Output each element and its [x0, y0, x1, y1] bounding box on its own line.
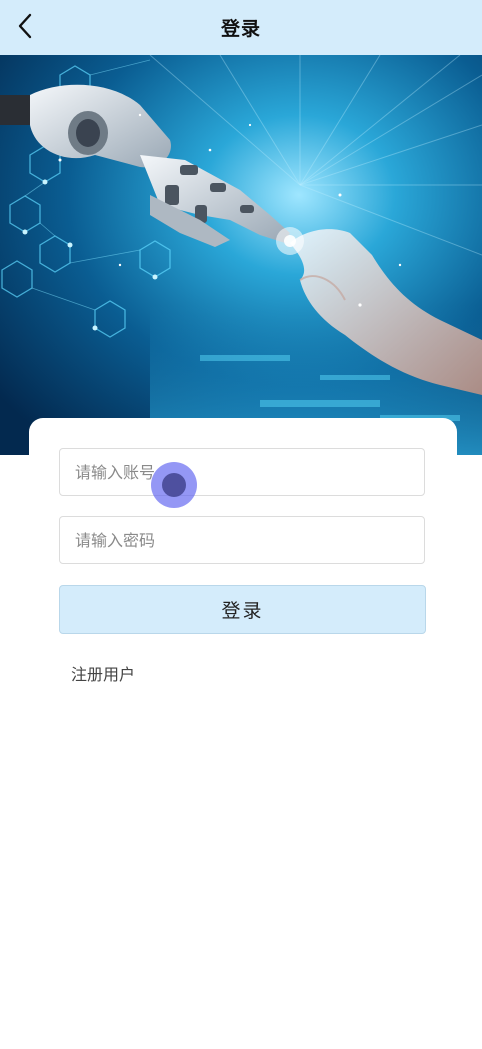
- password-field[interactable]: [59, 516, 425, 564]
- password-input[interactable]: [60, 517, 424, 563]
- login-card: 登录 注册用户: [29, 418, 457, 1049]
- login-page: 登录 请输入账号 登录 注册用户: [0, 0, 482, 1049]
- account-field[interactable]: [59, 448, 425, 496]
- chevron-left-icon: [18, 13, 32, 39]
- login-button[interactable]: 登录: [59, 585, 426, 634]
- top-bar: 登录: [0, 0, 482, 55]
- banner-image: [0, 55, 482, 455]
- register-link[interactable]: 注册用户: [71, 661, 135, 685]
- page-title: 登录: [220, 18, 261, 40]
- back-button[interactable]: [10, 10, 40, 42]
- account-input[interactable]: [60, 449, 424, 495]
